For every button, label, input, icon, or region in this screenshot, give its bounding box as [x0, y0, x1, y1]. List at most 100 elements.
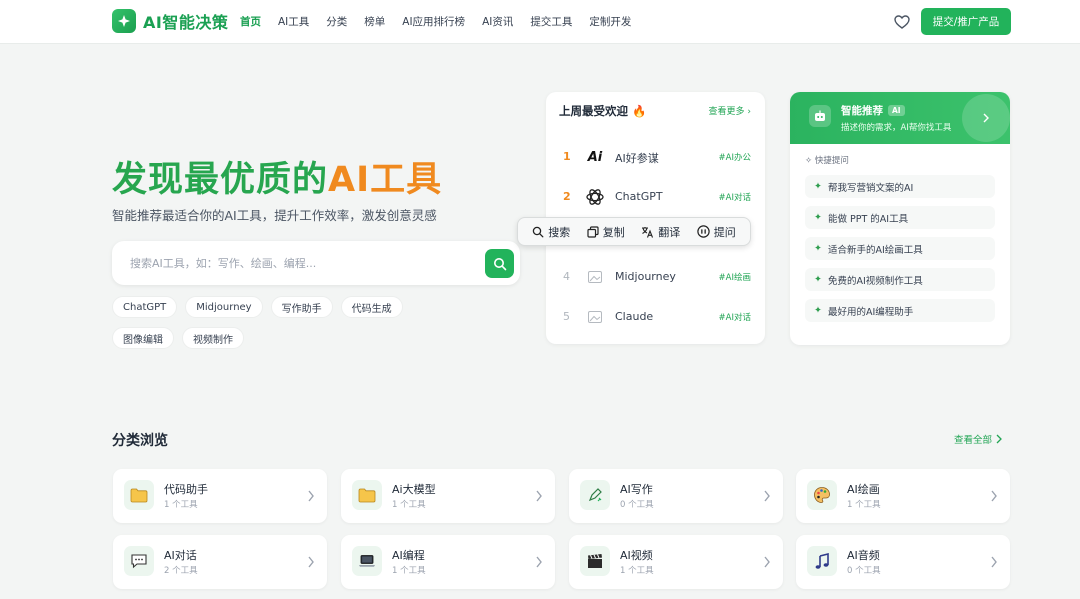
quick-question[interactable]: ✦ 能做 PPT 的AI工具	[805, 206, 995, 229]
chevron-right-icon	[308, 490, 314, 502]
recommend-title: 智能推荐 AI	[841, 103, 905, 118]
category-card[interactable]: AI对话 2 个工具	[113, 535, 327, 589]
category-count: 1 个工具	[392, 566, 426, 576]
sparkle-icon: ✦	[814, 243, 822, 254]
chevron-right-icon	[764, 490, 770, 502]
nav-categories[interactable]: 分类	[326, 14, 347, 29]
quick-question-text: 适合新手的AI绘画工具	[827, 244, 923, 256]
category-count: 1 个工具	[164, 500, 198, 510]
chevron-right-icon	[536, 490, 542, 502]
tool-tag: #AI对话	[718, 193, 751, 203]
robot-icon	[809, 105, 831, 127]
quick-question[interactable]: ✦ 适合新手的AI绘画工具	[805, 237, 995, 260]
site-logo[interactable]: AI智能决策	[112, 9, 228, 33]
quick-question[interactable]: ✦ 最好用的AI编程助手	[805, 299, 995, 322]
hot-tags: ChatGPT Midjourney 写作助手 代码生成 图像编辑 视频制作	[112, 296, 472, 349]
chevron-right-icon	[764, 556, 770, 568]
tool-name: Claude	[615, 310, 654, 323]
laptop-icon	[352, 546, 382, 576]
tool-name: ChatGPT	[615, 190, 663, 203]
quick-ask-text: 快捷提问	[814, 156, 849, 166]
category-card[interactable]: AI绘画 1 个工具	[796, 469, 1010, 523]
search-box	[112, 241, 520, 285]
category-card[interactable]: AI写作 0 个工具	[569, 469, 783, 523]
translate-icon	[642, 226, 654, 238]
chevron-right-icon	[996, 434, 1002, 444]
category-name: AI视频	[620, 549, 653, 562]
view-more-link[interactable]: 查看更多 ›	[709, 104, 752, 117]
toolbar-search-label: 搜索	[548, 225, 571, 239]
search-button[interactable]	[485, 249, 514, 278]
chevron-right-icon	[991, 556, 997, 568]
sparkle-icon: ✦	[814, 274, 822, 285]
tool-name: Midjourney	[615, 270, 676, 283]
folder-icon	[124, 480, 154, 510]
popular-title: 上周最受欢迎 🔥	[559, 103, 646, 119]
tag-chip[interactable]: ChatGPT	[112, 296, 178, 318]
popular-item[interactable]: 2 ChatGPT #AI对话	[546, 182, 765, 212]
toolbar-ask-button[interactable]: 提问	[697, 224, 736, 240]
hero-title: 发现最优质的AI工具	[112, 151, 442, 202]
toolbar-copy-label: 复制	[602, 225, 625, 239]
popular-item[interactable]: 4 Midjourney #AI绘画	[546, 262, 765, 292]
nav-custom-dev[interactable]: 定制开发	[589, 14, 631, 29]
music-icon	[807, 546, 837, 576]
toolbar-ask-label: 提问	[713, 225, 736, 239]
chevron-right-icon	[991, 490, 997, 502]
view-all-link[interactable]: 查看全部	[954, 432, 1002, 446]
rank-number: 5	[563, 310, 570, 323]
category-count: 2 个工具	[164, 566, 198, 576]
selection-toolbar: 搜索 复制 翻译 提问	[517, 217, 751, 246]
quick-question-text: 能做 PPT 的AI工具	[827, 213, 909, 225]
toolbar-translate-button[interactable]: 翻译	[641, 224, 680, 240]
recommend-desc: 描述你的需求，AI帮你找工具	[841, 123, 952, 133]
nav-rankings[interactable]: 榜单	[364, 14, 385, 29]
toolbar-search-button[interactable]: 搜索	[532, 224, 570, 240]
chevron-right-icon[interactable]	[962, 94, 1010, 142]
category-count: 0 个工具	[847, 566, 881, 576]
copy-icon	[587, 225, 599, 238]
nav-submit-tool[interactable]: 提交工具	[530, 14, 572, 29]
quick-question[interactable]: ✦ 免费的AI视频制作工具	[805, 268, 995, 291]
toolbar-copy-button[interactable]: 复制	[587, 224, 625, 240]
category-card[interactable]: AI编程 1 个工具	[341, 535, 555, 589]
quick-ask-label: ✧ 快捷提问	[805, 154, 849, 166]
recommend-title-text: 智能推荐	[841, 105, 883, 117]
ask-icon	[697, 225, 710, 238]
sparkle-icon: ✦	[814, 181, 822, 192]
category-card[interactable]: AI音频 0 个工具	[796, 535, 1010, 589]
tag-chip[interactable]: 视频制作	[182, 327, 244, 349]
popular-item[interactable]: 1 Ai AI好参谋 #AI办公	[546, 142, 765, 172]
sparkle-icon: ✦	[814, 212, 822, 223]
chevron-right-icon: ›	[747, 107, 751, 117]
clapper-icon	[580, 546, 610, 576]
popular-item[interactable]: 5 Claude #AI对话	[546, 302, 765, 332]
category-card[interactable]: 代码助手 1 个工具	[113, 469, 327, 523]
main-nav: 首页 AI工具 分类 榜单 AI应用排行榜 AI资讯 提交工具 定制开发	[240, 14, 631, 29]
search-input[interactable]	[130, 253, 470, 273]
tag-chip[interactable]: 代码生成	[340, 296, 403, 318]
category-card[interactable]: AI视频 1 个工具	[569, 535, 783, 589]
category-count: 1 个工具	[847, 500, 881, 510]
category-card[interactable]: Ai大模型 1 个工具	[341, 469, 555, 523]
nav-ai-news[interactable]: AI资讯	[482, 14, 513, 29]
nav-home[interactable]: 首页	[240, 14, 261, 29]
fire-icon: 🔥	[632, 104, 647, 118]
popular-title-text: 上周最受欢迎	[559, 104, 628, 118]
category-name: Ai大模型	[392, 483, 436, 496]
tag-chip[interactable]: 图像编辑	[112, 327, 174, 349]
category-name: AI绘画	[847, 483, 880, 496]
category-name: AI编程	[392, 549, 425, 562]
tag-chip[interactable]: 写作助手	[270, 296, 333, 318]
chat-icon	[124, 546, 154, 576]
nav-ai-tools[interactable]: AI工具	[278, 14, 309, 29]
hero-title-part2: AI工具	[328, 160, 443, 200]
quick-question-text: 最好用的AI编程助手	[827, 306, 914, 318]
quick-question[interactable]: ✦ 帮我写营销文案的AI	[805, 175, 995, 198]
heart-icon[interactable]	[893, 13, 911, 31]
view-all-label: 查看全部	[954, 435, 993, 446]
submit-product-button[interactable]: 提交/推广产品	[921, 8, 1011, 35]
recommend-header[interactable]: 智能推荐 AI 描述你的需求，AI帮你找工具	[790, 92, 1010, 144]
tag-chip[interactable]: Midjourney	[185, 296, 263, 318]
nav-ai-app-ranking[interactable]: AI应用排行榜	[402, 14, 465, 29]
